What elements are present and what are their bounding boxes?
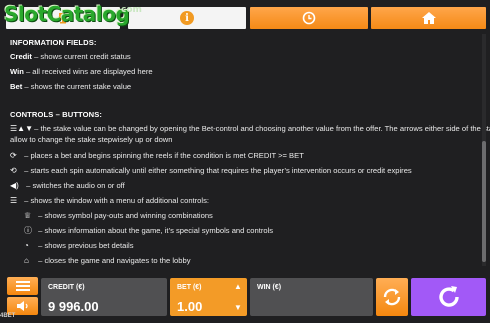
watermark-suffix: com: [121, 5, 142, 15]
stake-arrows-icon: ☰▲▼: [10, 124, 34, 133]
bet-term: Bet: [10, 82, 23, 91]
tab-info[interactable]: i: [128, 7, 246, 29]
trophy-control-line: ♕ – shows symbol pay-outs and winning co…: [24, 212, 213, 220]
info-icon: ⓘ: [24, 226, 32, 235]
menu-icon: [15, 281, 30, 291]
home-description: – closes the game and navigates to the l…: [36, 256, 191, 265]
bet-value: 1.00: [177, 299, 203, 314]
info-description: – shows information about the game, it’s…: [36, 226, 274, 235]
spin-button[interactable]: [411, 278, 486, 316]
info-icon: i: [180, 11, 194, 25]
home-icon: [421, 12, 436, 24]
win-panel: WIN (€): [250, 278, 373, 316]
autospin-button[interactable]: [376, 278, 408, 316]
help-screen: i SlotCatalog com INFORMATION FIELDS: Cr…: [0, 0, 490, 323]
bet-description: – shows the current stake value: [22, 82, 132, 91]
bet-info-line: Bet – shows the current stake value: [10, 83, 131, 91]
autospin-icon: [383, 288, 401, 306]
autospin-icon: ⟲: [10, 166, 17, 175]
clock-history-icon: [302, 11, 316, 25]
stake-control-line-2: allow to change the stake stepwisely up …: [10, 136, 173, 144]
clock-history-icon: ◔: [24, 241, 29, 250]
credit-info-line: Credit – shows current credit status: [10, 53, 131, 61]
watermark-logo: SlotCatalog: [4, 2, 130, 26]
scrollbar-thumb[interactable]: [482, 141, 486, 262]
stake-description-cont: allow to change the stake stepwisely up …: [10, 135, 173, 144]
credit-label: CREDIT (€): [48, 284, 85, 291]
bet-increase-button[interactable]: ▲: [234, 282, 242, 291]
game-control-bar: CREDIT (€) 9 996.00 BET (€) 1.00 ▲ ▼ WIN…: [0, 272, 490, 323]
tab-history[interactable]: [250, 7, 368, 29]
bet-label: BET (€): [177, 284, 202, 291]
autospin-description: – starts each spin automatically until e…: [22, 166, 412, 175]
history-control-line: ◔ – shows previous bet details: [24, 242, 134, 250]
credit-description: – shows current credit status: [31, 52, 131, 61]
win-label: WIN (€): [257, 284, 282, 291]
menu-control-line: ☰ – shows the window with a menu of addi…: [10, 197, 209, 205]
win-info-line: Win – all received wins are displayed he…: [10, 68, 153, 76]
menu-icon: ☰: [10, 196, 18, 205]
spin-icon: [438, 286, 459, 307]
credit-term: Credit: [10, 52, 32, 61]
corner-label: 4BET: [0, 313, 16, 319]
trophy-icon: ♕: [24, 211, 32, 220]
speaker-icon: ◀): [10, 181, 19, 190]
info-fields-header: INFORMATION FIELDS:: [10, 38, 97, 47]
trophy-description: – shows symbol pay-outs and winning comb…: [36, 211, 213, 220]
spin-description: – places a bet and begins spinning the r…: [22, 151, 304, 160]
win-term: Win: [10, 67, 24, 76]
history-description: – shows previous bet details: [36, 241, 134, 250]
stake-control-line: ☰▲▼ – the stake value can be changed by …: [10, 125, 490, 133]
bet-decrease-button[interactable]: ▼: [234, 303, 242, 312]
audio-control-line: ◀) – switches the audio on or off: [10, 182, 125, 190]
info-control-line: ⓘ – shows information about the game, it…: [24, 227, 273, 235]
menu-description: – shows the window with a menu of additi…: [22, 196, 209, 205]
credit-value: 9 996.00: [48, 299, 99, 314]
credit-panel: CREDIT (€) 9 996.00: [41, 278, 167, 316]
controls-header: CONTROLS – BUTTONS:: [10, 110, 103, 119]
bet-panel[interactable]: BET (€) 1.00 ▲ ▼: [170, 278, 247, 316]
spin-icon: ⟳: [10, 151, 17, 160]
autospin-control-line: ⟲ – starts each spin automatically until…: [10, 167, 412, 175]
audio-description: – switches the audio on or off: [24, 181, 125, 190]
home-control-line: ⌂ – closes the game and navigates to the…: [24, 257, 191, 265]
stake-description: – the stake value can be changed by open…: [32, 124, 490, 133]
home-icon: ⌂: [24, 256, 29, 265]
win-description: – all received wins are displayed here: [23, 67, 153, 76]
menu-button[interactable]: [7, 277, 38, 295]
speaker-icon: [16, 301, 28, 311]
tab-home[interactable]: [371, 7, 486, 29]
spin-control-line: ⟳ – places a bet and begins spinning the…: [10, 152, 304, 160]
bet-stepper: ▲ ▼: [233, 282, 243, 312]
